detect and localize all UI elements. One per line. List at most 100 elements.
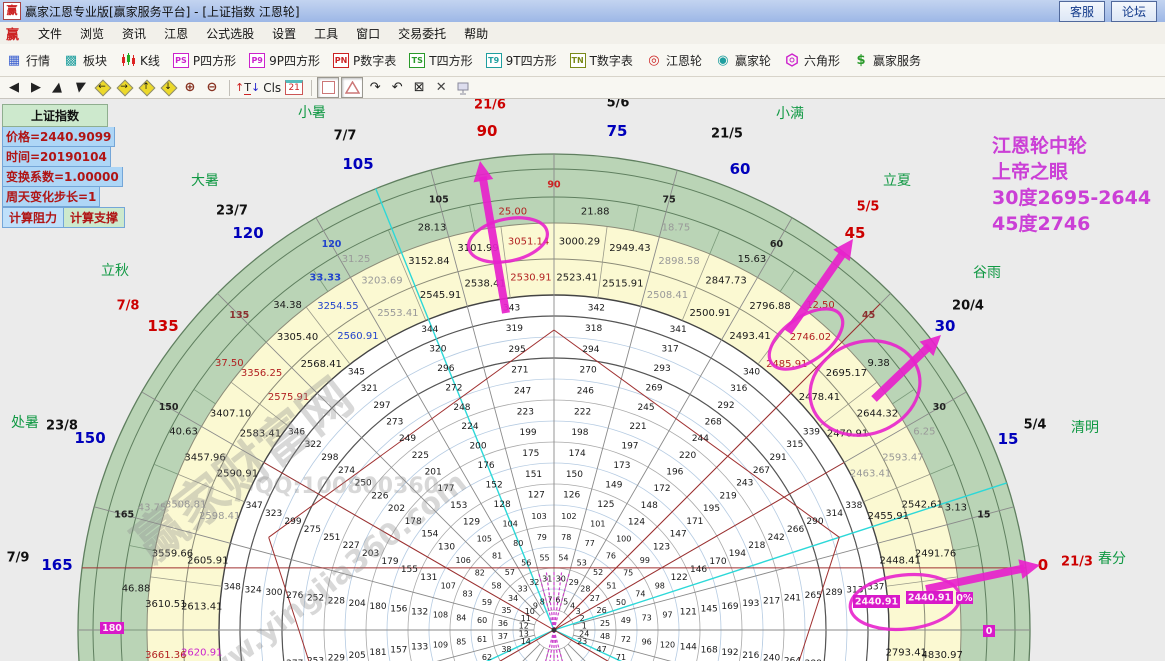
svg-text:319: 319 <box>506 324 523 334</box>
svg-text:0: 0 <box>986 626 993 637</box>
svg-text:58: 58 <box>491 581 501 590</box>
toolbar-item-1[interactable]: ▩ 板块 <box>63 52 107 69</box>
rect-tool-icon[interactable] <box>317 77 340 98</box>
svg-text:156: 156 <box>390 605 407 615</box>
menu-item-5[interactable]: 设置 <box>263 23 305 44</box>
menu-item-0[interactable]: 文件 <box>29 23 71 44</box>
svg-text:198: 198 <box>571 428 588 438</box>
arrow-left-icon[interactable]: ◀ <box>4 78 24 97</box>
toolbar-item-label: K线 <box>140 53 160 68</box>
svg-text:60: 60 <box>477 616 487 625</box>
toolbar-item-3[interactable]: PS P四方形 <box>172 52 237 69</box>
svg-text:50: 50 <box>616 598 626 607</box>
svg-text:204: 204 <box>349 599 366 609</box>
svg-text:2568.41: 2568.41 <box>301 359 342 370</box>
calc-resistance-button[interactable]: 计算阻力 <box>2 207 65 228</box>
arrow-right-icon[interactable]: ▶ <box>26 78 46 97</box>
zoom-out-icon[interactable]: ⊖ <box>202 78 222 97</box>
toolbar-item-label: 9T四方形 <box>505 53 557 68</box>
svg-text:270: 270 <box>580 366 597 376</box>
triangle-tool-icon[interactable] <box>341 77 364 98</box>
cls-button[interactable]: Cls <box>262 78 282 97</box>
svg-text:178: 178 <box>405 517 422 527</box>
svg-text:338: 338 <box>845 501 862 511</box>
pan-right-icon[interactable]: → <box>114 78 134 97</box>
svg-text:73: 73 <box>642 613 652 622</box>
svg-text:谷雨: 谷雨 <box>973 265 1001 281</box>
toolbar-item-7[interactable]: T9 9T四方形 <box>485 52 557 69</box>
menu-item-8[interactable]: 交易委托 <box>389 23 455 44</box>
menu-item-4[interactable]: 公式选股 <box>197 23 263 44</box>
updown-tool-icon[interactable]: ↑T↓ <box>235 78 260 97</box>
arrow-downright-icon[interactable]: ▼ <box>70 78 90 97</box>
gann-wheel-chart[interactable]: 4780.124830.972491.762542.612593.472644.… <box>0 99 1165 661</box>
toolbar-item-label: P四方形 <box>192 53 237 68</box>
svg-text:176: 176 <box>477 461 494 471</box>
svg-text:74: 74 <box>635 590 645 599</box>
rotate-cw-icon[interactable]: ↷ <box>365 78 385 97</box>
menu-item-3[interactable]: 江恩 <box>155 23 197 44</box>
chart-area[interactable]: 4780.124830.972491.762542.612593.472644.… <box>0 99 1165 661</box>
toolbar-item-12[interactable]: $ 赢家服务 <box>853 52 921 69</box>
svg-text:157: 157 <box>390 645 407 655</box>
menu-item-7[interactable]: 窗口 <box>347 23 389 44</box>
svg-text:106: 106 <box>456 556 471 565</box>
p9-icon: P9 <box>249 52 266 68</box>
menu-item-9[interactable]: 帮助 <box>455 23 497 44</box>
svg-text:2793.41: 2793.41 <box>886 648 927 659</box>
toolbar-item-2[interactable]: K线 <box>120 52 160 69</box>
pan-down-icon[interactable]: ↓ <box>158 78 178 97</box>
svg-text:291: 291 <box>770 453 787 463</box>
converge-icon[interactable]: ✕ <box>431 78 451 97</box>
rotate-ccw-icon[interactable]: ↶ <box>387 78 407 97</box>
menu-item-6[interactable]: 工具 <box>305 23 347 44</box>
svg-text:6: 6 <box>555 595 560 604</box>
svg-text:0%: 0% <box>956 593 973 604</box>
svg-text:27: 27 <box>590 594 600 603</box>
svg-text:55: 55 <box>539 554 549 563</box>
svg-text:30: 30 <box>933 402 947 413</box>
svg-text:173: 173 <box>613 461 630 471</box>
svg-text:165: 165 <box>114 509 134 520</box>
forum-button[interactable]: 论坛 <box>1110 0 1157 22</box>
svg-text:152: 152 <box>486 480 503 490</box>
svg-text:45: 45 <box>845 224 866 242</box>
toolbar-item-8[interactable]: TN T数字表 <box>569 52 633 69</box>
svg-text:129: 129 <box>463 518 480 528</box>
projector-icon[interactable] <box>453 78 473 97</box>
toolbar-item-5[interactable]: PN P数字表 <box>333 52 396 69</box>
svg-text:2605.91: 2605.91 <box>187 556 228 567</box>
calendar-icon[interactable]: 21 <box>284 78 304 97</box>
arrow-upleft-icon[interactable]: ▲ <box>48 78 68 97</box>
svg-text:241: 241 <box>784 594 801 604</box>
svg-text:102: 102 <box>561 512 576 521</box>
pan-up-icon[interactable]: ↑ <box>136 78 156 97</box>
toolbar-item-9[interactable]: ◎ 江恩轮 <box>646 52 702 69</box>
toolbar-item-0[interactable]: ▦ 行情 <box>6 52 50 69</box>
menu-item-1[interactable]: 浏览 <box>71 23 113 44</box>
svg-text:2493.41: 2493.41 <box>729 331 770 342</box>
svg-text:61: 61 <box>477 635 487 644</box>
svg-text:62: 62 <box>482 653 492 661</box>
svg-text:15.63: 15.63 <box>738 254 767 265</box>
menu-item-2[interactable]: 资讯 <box>113 23 155 44</box>
svg-text:33.33: 33.33 <box>309 272 341 283</box>
svg-text:195: 195 <box>703 504 720 514</box>
svg-text:228: 228 <box>328 596 345 606</box>
svg-text:315: 315 <box>786 440 803 450</box>
calc-support-button[interactable]: 计算支撑 <box>64 207 126 228</box>
window-title: 赢家江恩专业版[赢家服务平台] - [上证指数 江恩轮] <box>25 4 300 19</box>
toolbar-item-4[interactable]: P9 9P四方形 <box>249 52 320 69</box>
svg-text:216: 216 <box>742 651 759 661</box>
customer-service-button[interactable]: 客服 <box>1058 0 1105 22</box>
toolbar-item-6[interactable]: TS T四方形 <box>409 52 473 69</box>
svg-text:298: 298 <box>321 453 338 463</box>
pan-left-icon[interactable]: ← <box>92 78 112 97</box>
toolbar-item-10[interactable]: ◉ 赢家轮 <box>715 52 771 69</box>
svg-text:133: 133 <box>411 643 428 653</box>
boxed-x-icon[interactable]: ⊠ <box>409 78 429 97</box>
toolbar-item-11[interactable]: 六角形 <box>784 52 840 69</box>
zoom-in-icon[interactable]: ⊕ <box>180 78 200 97</box>
svg-text:132: 132 <box>411 607 428 617</box>
svg-text:2560.91: 2560.91 <box>337 331 378 342</box>
